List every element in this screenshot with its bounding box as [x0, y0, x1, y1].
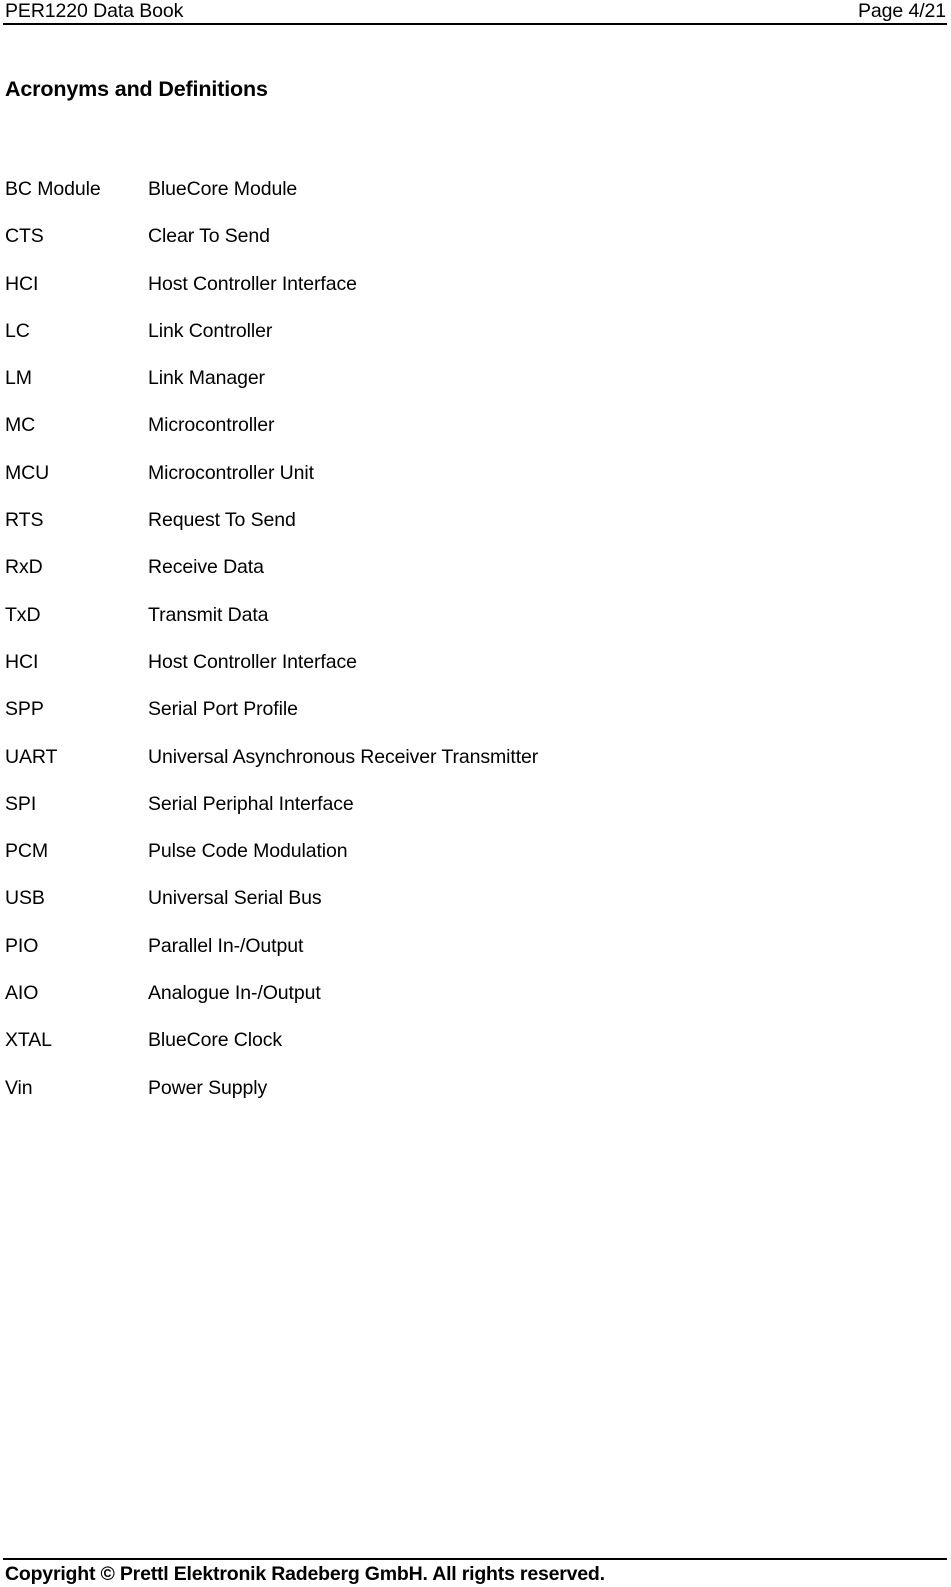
page-title: Acronyms and Definitions — [5, 77, 268, 102]
acronym-row: TxD Transmit Data — [0, 603, 951, 650]
acronym-row: PCM Pulse Code Modulation — [0, 839, 951, 886]
acronym-term: HCI — [5, 650, 39, 673]
acronym-row: MC Microcontroller — [0, 413, 951, 460]
acronym-row: CTS Clear To Send — [0, 224, 951, 271]
acronym-term: BC Module — [5, 178, 101, 200]
footer-divider — [3, 1558, 947, 1560]
acronym-row: BC Module BlueCore Module — [0, 177, 951, 224]
acronym-term: RTS — [5, 509, 44, 532]
acronym-row: HCI Host Controller Interface — [0, 272, 951, 319]
acronym-row: RTS Request To Send — [0, 508, 951, 555]
acronym-definition: Serial Port Profile — [148, 698, 298, 721]
acronym-row: USB Universal Serial Bus — [0, 886, 951, 933]
acronym-definition: Universal Serial Bus — [148, 887, 322, 910]
acronym-term: CTS — [5, 225, 44, 248]
page-header: PER1220 Data Book Page 4/21 — [5, 0, 946, 24]
acronym-definition: Link Manager — [148, 367, 265, 390]
acronym-row: Vin Power Supply — [0, 1076, 951, 1123]
acronym-definition: Parallel In-/Output — [148, 934, 304, 957]
acronym-row: RxD Receive Data — [0, 555, 951, 602]
acronym-definition: BlueCore Clock — [148, 1029, 283, 1052]
acronym-term: SPP — [5, 698, 44, 721]
footer-copyright: Copyright © Prettl Elektronik Radeberg G… — [5, 1563, 605, 1585]
acronym-definition: Microcontroller — [148, 414, 275, 437]
acronym-definition: Request To Send — [148, 509, 296, 532]
acronym-definition: Link Controller — [148, 319, 273, 342]
acronym-row: HCI Host Controller Interface — [0, 650, 951, 697]
acronym-definition: Transmit Data — [148, 603, 269, 626]
acronym-term: PCM — [5, 840, 49, 863]
header-page-number: Page 4/21 — [857, 0, 946, 22]
acronym-definition: Microcontroller Unit — [148, 461, 314, 484]
acronym-term: TxD — [5, 603, 41, 626]
acronym-row: AIO Analogue In-/Output — [0, 981, 951, 1028]
acronym-row: XTAL BlueCore Clock — [0, 1028, 951, 1075]
acronym-term: AIO — [5, 982, 39, 1005]
acronym-definition: Host Controller Interface — [148, 650, 357, 673]
acronym-term: MC — [5, 414, 36, 437]
acronym-term: XTAL — [5, 1029, 52, 1052]
acronym-row: LC Link Controller — [0, 319, 951, 366]
acronym-term: MCU — [5, 461, 50, 484]
acronym-definition: BlueCore Module — [148, 178, 298, 200]
acronym-row: SPP Serial Port Profile — [0, 697, 951, 744]
header-divider — [3, 23, 947, 25]
acronym-term: UART — [5, 745, 58, 768]
acronym-term: HCI — [5, 272, 39, 295]
acronym-definition-list: BC Module BlueCore Module CTS Clear To Send… — [0, 177, 951, 1123]
acronym-definition: Clear To Send — [148, 225, 270, 248]
acronym-definition: Power Supply — [148, 1076, 268, 1099]
acronym-term: RxD — [5, 556, 43, 579]
acronym-term: LM — [5, 367, 32, 390]
acronym-definition: Receive Data — [148, 556, 264, 579]
acronym-definition: Host Controller Interface — [148, 272, 357, 295]
acronym-definition: Pulse Code Modulation — [148, 840, 348, 863]
acronym-row: UART Universal Asynchronous Receiver Tran… — [0, 745, 951, 792]
document-page: PER1220 Data Book Page 4/21 Acronyms and… — [0, 0, 951, 1587]
acronym-row: MCU Microcontroller Unit — [0, 461, 951, 508]
acronym-row: LM Link Manager — [0, 366, 951, 413]
acronym-definition: Serial Periphal Interface — [148, 792, 354, 815]
acronym-term: USB — [5, 887, 45, 910]
header-document-title: PER1220 Data Book — [5, 0, 184, 22]
acronym-row: PIO Parallel In-/Output — [0, 934, 951, 981]
acronym-row: SPI Serial Periphal Interface — [0, 792, 951, 839]
acronym-term: Vin — [5, 1076, 33, 1099]
acronym-definition: Universal Asynchronous Receiver Transmit… — [148, 745, 539, 768]
acronym-term: LC — [5, 319, 30, 342]
acronym-definition: Analogue In-/Output — [148, 982, 321, 1005]
acronym-term: PIO — [5, 934, 39, 957]
acronym-term: SPI — [5, 792, 37, 815]
